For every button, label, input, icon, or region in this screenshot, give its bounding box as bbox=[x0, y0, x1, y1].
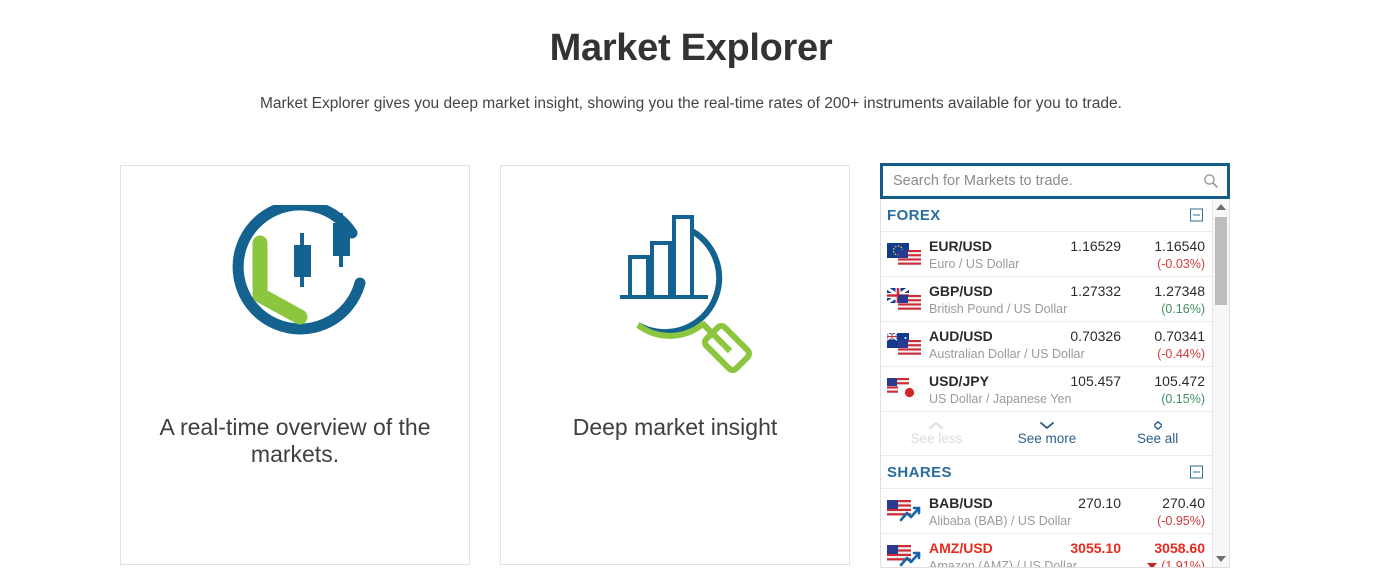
clock-candlestick-icon bbox=[232, 205, 366, 335]
page-title: Market Explorer bbox=[549, 27, 833, 69]
see-all-label: See all bbox=[1137, 431, 1179, 446]
table-row[interactable]: EUR/USD Euro / US Dollar 1.16529 1.16540… bbox=[881, 232, 1213, 277]
caret-up-icon bbox=[1216, 204, 1226, 210]
row-name: Alibaba (BAB) / US Dollar bbox=[929, 514, 1072, 528]
market-explorer-widget: FOREX EUR/U bbox=[880, 163, 1230, 568]
row-change: (0.15%) bbox=[1161, 392, 1205, 406]
row-ask: 0.70341 bbox=[1154, 328, 1205, 344]
feature-card-realtime-overview: A real-time overview of the markets. bbox=[120, 165, 470, 565]
row-ask: 105.472 bbox=[1154, 373, 1205, 389]
flag-us-trend-icon bbox=[887, 545, 921, 567]
scrollbar-thumb[interactable] bbox=[1215, 217, 1227, 305]
feature-card-market-insight: Deep market insight bbox=[500, 165, 850, 565]
flag-pair-au-us-icon bbox=[887, 333, 921, 355]
row-symbol: AMZ/USD bbox=[929, 540, 993, 556]
row-ask: 1.16540 bbox=[1154, 238, 1205, 254]
card-art bbox=[121, 166, 469, 414]
pager-row: See less See more See all bbox=[881, 412, 1213, 456]
chevron-down-icon bbox=[1040, 422, 1054, 430]
flag-us-trend-icon bbox=[887, 500, 921, 522]
section-title: FOREX bbox=[887, 206, 941, 224]
card-art bbox=[501, 166, 849, 414]
search-box[interactable] bbox=[880, 163, 1230, 199]
minus-square-icon[interactable] bbox=[1190, 208, 1203, 222]
flag-pair-gb-us-icon bbox=[887, 288, 921, 310]
table-row[interactable]: AMZ/USD Amazon (AMZ) / US Dollar 3055.10… bbox=[881, 534, 1213, 567]
section-header-shares: SHARES bbox=[881, 456, 1213, 489]
row-change-value: (1.91%) bbox=[1161, 559, 1205, 567]
chevron-updown-icon bbox=[1153, 421, 1162, 430]
row-ask: 1.27348 bbox=[1154, 283, 1205, 299]
row-change: (-0.44%) bbox=[1157, 347, 1205, 361]
row-change: (-0.03%) bbox=[1157, 257, 1205, 271]
section-title: SHARES bbox=[887, 463, 952, 481]
scrollbar[interactable] bbox=[1212, 199, 1229, 567]
row-symbol: BAB/USD bbox=[929, 495, 993, 511]
card-caption: A real-time overview of the markets. bbox=[159, 414, 431, 467]
section-header-forex: FOREX bbox=[881, 199, 1213, 232]
row-symbol: AUD/USD bbox=[929, 328, 993, 344]
see-less-button[interactable]: See less bbox=[881, 412, 992, 455]
search-icon[interactable] bbox=[1203, 173, 1219, 189]
instrument-list: FOREX EUR/USD Euro / US Dollar 1.16529 1… bbox=[881, 199, 1213, 567]
row-name: Australian Dollar / US Dollar bbox=[929, 347, 1085, 361]
page-subtitle: Market Explorer gives you deep market in… bbox=[260, 95, 1122, 112]
search-input[interactable] bbox=[883, 166, 1227, 196]
flag-pair-us-jp-icon bbox=[887, 378, 921, 400]
table-row[interactable]: AUD/USD Australian Dollar / US Dollar 0.… bbox=[881, 322, 1213, 367]
table-row[interactable]: USD/JPY US Dollar / Japanese Yen 105.457… bbox=[881, 367, 1213, 412]
row-change: (0.16%) bbox=[1161, 302, 1205, 316]
table-row[interactable]: GBP/USD British Pound / US Dollar 1.2733… bbox=[881, 277, 1213, 322]
caret-down-icon bbox=[1147, 563, 1158, 567]
flag-pair-eu-us-icon bbox=[887, 243, 921, 265]
caret-down-icon bbox=[1216, 556, 1226, 562]
row-name: US Dollar / Japanese Yen bbox=[929, 392, 1072, 406]
row-symbol: USD/JPY bbox=[929, 373, 989, 389]
chevron-up-icon bbox=[929, 421, 944, 429]
see-less-label: See less bbox=[910, 431, 963, 446]
instrument-list-frame: FOREX EUR/USD Euro / US Dollar 1.16529 1… bbox=[880, 199, 1230, 568]
row-name: British Pound / US Dollar bbox=[929, 302, 1068, 316]
row-name: Amazon (AMZ) / US Dollar bbox=[929, 559, 1077, 567]
row-symbol: EUR/USD bbox=[929, 238, 993, 254]
magnifier-barchart-icon bbox=[620, 215, 752, 373]
table-row[interactable]: BAB/USD Alibaba (BAB) / US Dollar 270.10… bbox=[881, 489, 1213, 534]
row-ask: 270.40 bbox=[1162, 495, 1205, 511]
card-caption: Deep market insight bbox=[572, 414, 778, 440]
see-all-button[interactable]: See all bbox=[1102, 412, 1213, 455]
row-ask: 3058.60 bbox=[1154, 540, 1205, 556]
row-symbol: GBP/USD bbox=[929, 283, 993, 299]
row-change: (-0.95%) bbox=[1157, 514, 1205, 528]
market-explorer-page: Market Explorer Market Explorer gives yo… bbox=[0, 0, 1382, 588]
scroll-up-button[interactable] bbox=[1213, 199, 1229, 215]
row-change: (1.91%) bbox=[1085, 559, 1205, 567]
row-name: Euro / US Dollar bbox=[929, 257, 1020, 271]
see-more-button[interactable]: See more bbox=[992, 412, 1103, 455]
minus-square-icon[interactable] bbox=[1190, 465, 1203, 479]
see-more-label: See more bbox=[1017, 431, 1077, 446]
scroll-down-button[interactable] bbox=[1213, 551, 1229, 567]
